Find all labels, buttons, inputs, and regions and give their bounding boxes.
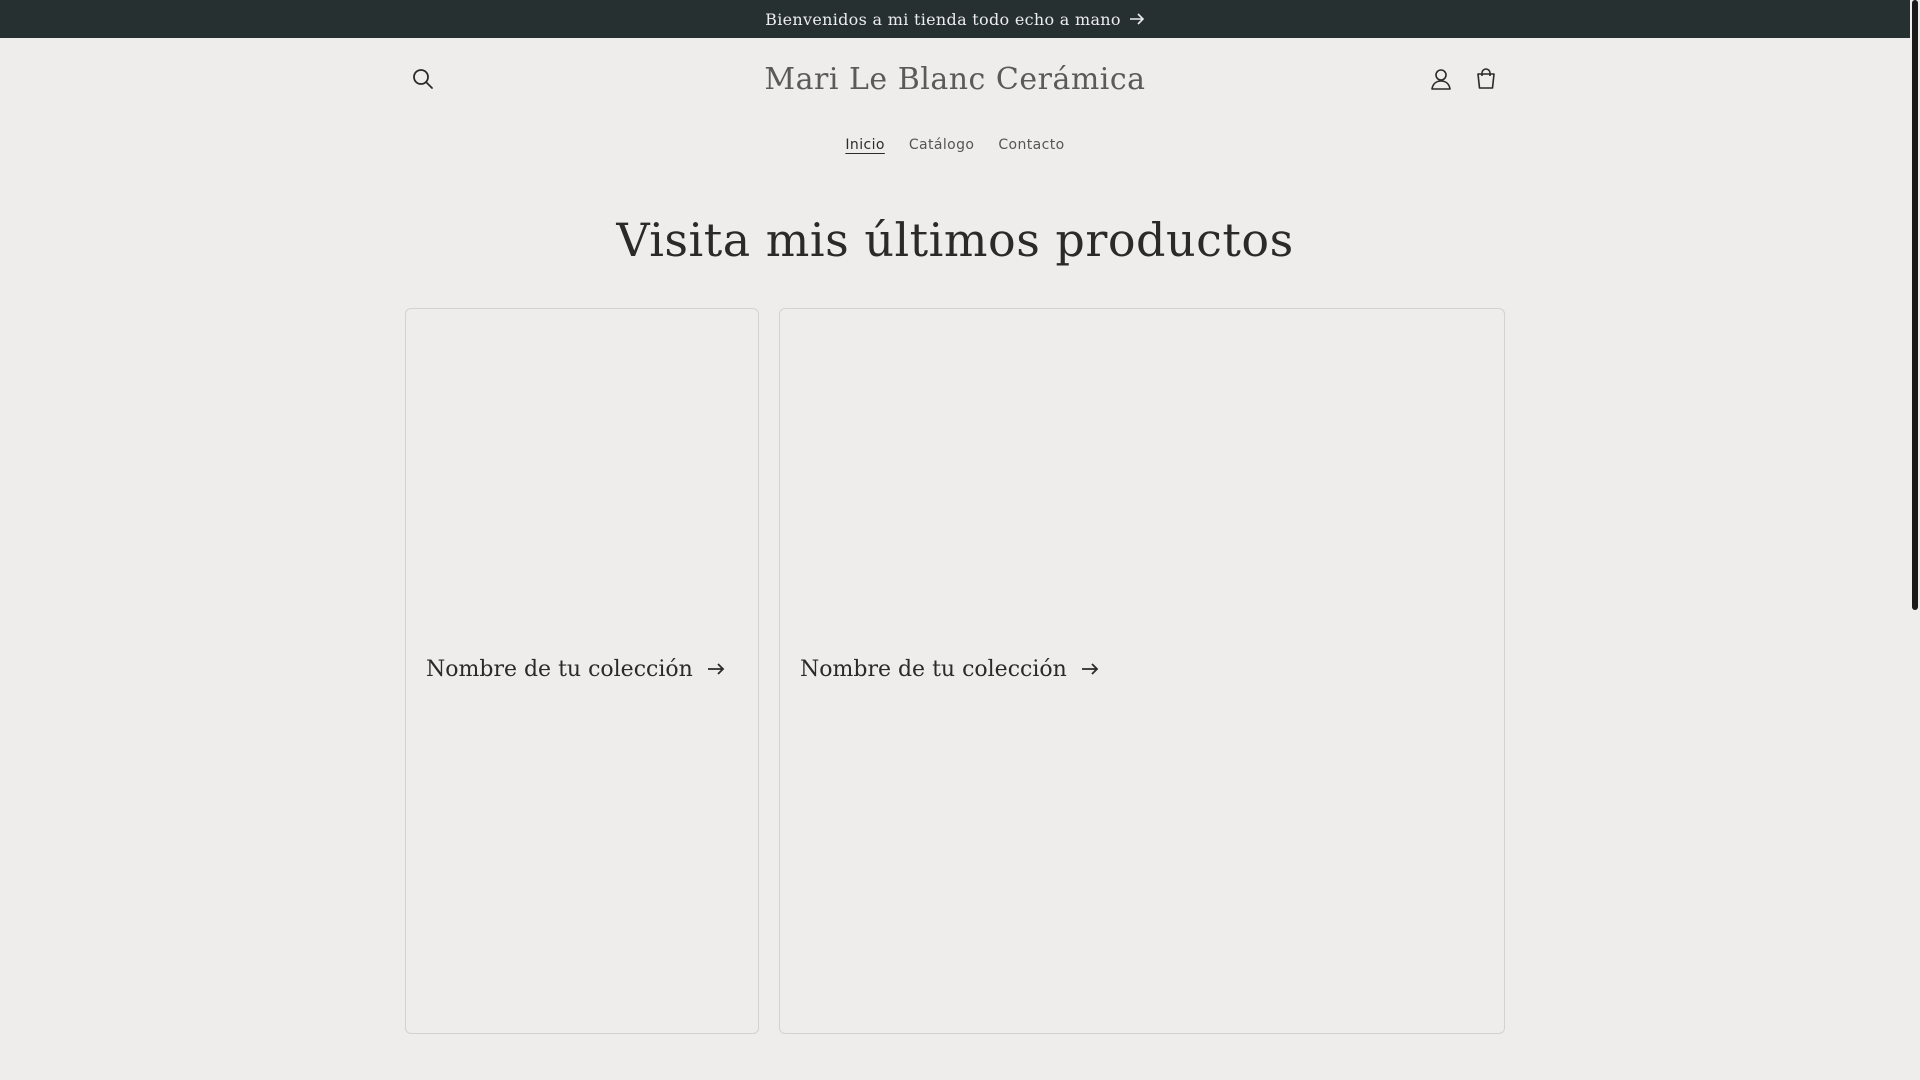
scrollbar[interactable]: [1910, 0, 1920, 1080]
main-navigation: Inicio Catálogo Contacto: [0, 119, 1910, 171]
nav-link-contacto[interactable]: Contacto: [998, 137, 1064, 153]
section-title: Visita mis últimos productos: [616, 213, 1294, 267]
site-header: Mari Le Blanc Cerámica: [0, 38, 1910, 119]
scrollbar-thumb[interactable]: [1912, 0, 1918, 610]
nav-link-inicio[interactable]: Inicio: [845, 137, 884, 153]
announcement-text: Bienvenidos a mi tienda todo echo a mano: [765, 9, 1121, 29]
collection-title-link[interactable]: Nombre de tu colección: [800, 657, 1099, 682]
collection-title-link[interactable]: Nombre de tu colección: [426, 657, 725, 682]
announcement-bar[interactable]: Bienvenidos a mi tienda todo echo a mano: [0, 0, 1910, 38]
collection-card[interactable]: Nombre de tu colección: [779, 308, 1505, 1034]
collection-title: Nombre de tu colección: [800, 657, 1067, 682]
collection-list: Nombre de tu colección Nombre de tu cole…: [405, 308, 1505, 1034]
store-page: Bienvenidos a mi tienda todo echo a mano…: [0, 0, 1910, 1080]
collection-card[interactable]: Nombre de tu colección: [405, 308, 759, 1034]
account-icon[interactable]: [1428, 66, 1454, 92]
store-logo[interactable]: Mari Le Blanc Cerámica: [0, 62, 1910, 97]
arrow-right-icon: [707, 657, 725, 682]
arrow-right-icon: [1129, 13, 1145, 25]
arrow-right-icon: [1081, 657, 1099, 682]
collection-title: Nombre de tu colección: [426, 657, 693, 682]
nav-link-catalogo[interactable]: Catálogo: [909, 137, 975, 153]
browser-viewport: Bienvenidos a mi tienda todo echo a mano…: [0, 0, 1920, 1080]
cart-icon[interactable]: [1473, 66, 1499, 92]
